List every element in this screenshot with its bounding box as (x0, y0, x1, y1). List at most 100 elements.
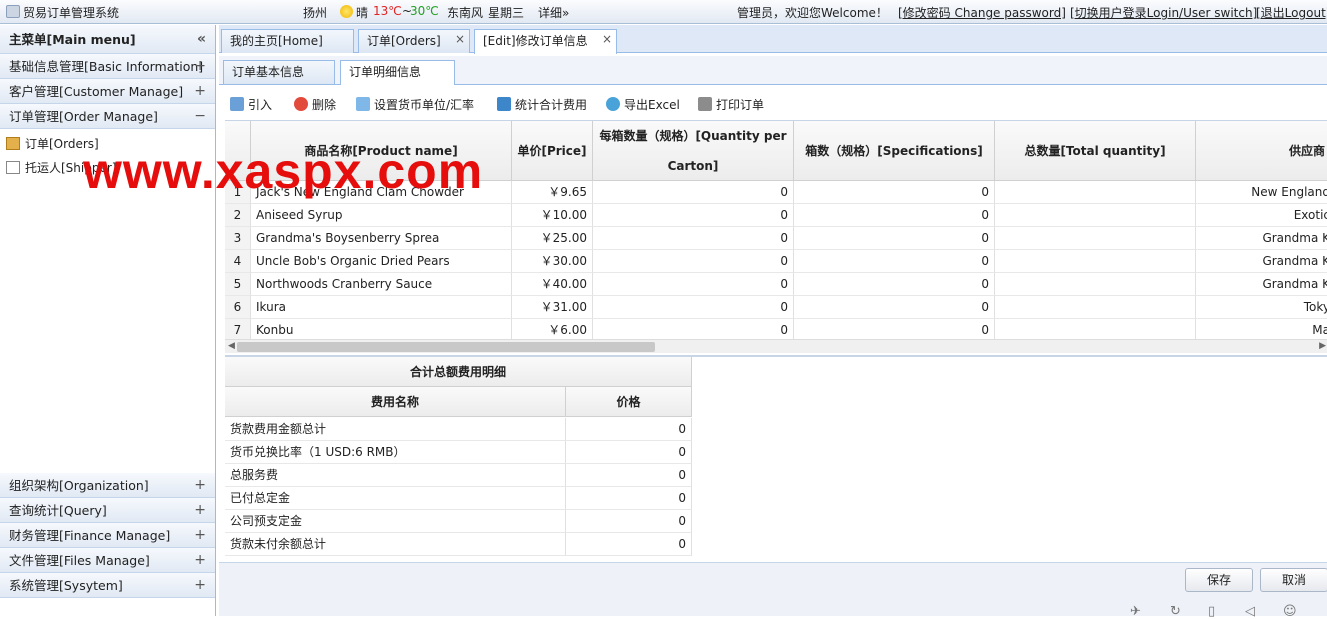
refresh-icon[interactable]: ↻ (1170, 604, 1181, 619)
table-cell-total[interactable] (995, 181, 1196, 204)
column-header[interactable]: 每箱数量（规格）[Quantity per Carton] (593, 121, 794, 181)
scroll-right-icon[interactable]: ▶ (1319, 341, 1326, 351)
expand-icon[interactable]: + (194, 498, 206, 523)
sidebar-group-basic[interactable]: 基础信息管理[Basic Information] + (0, 54, 215, 79)
cancel-button[interactable]: 取消 (1260, 568, 1327, 592)
sidebar-group-files[interactable]: 文件管理[Files Manage] + (0, 548, 215, 573)
collapse-icon[interactable]: « (197, 25, 206, 54)
table-cell-spec[interactable]: 0 (794, 296, 995, 319)
fee-value[interactable]: 0 (566, 418, 692, 441)
tab-order-basic[interactable]: 订单基本信息 (223, 60, 335, 84)
table-cell-supplier[interactable]: New England (1196, 181, 1327, 204)
tab-home[interactable]: 我的主页[Home] (221, 29, 354, 53)
trash-icon[interactable]: ▯ (1208, 604, 1215, 619)
horizontal-scrollbar[interactable]: ◀ ▶ (225, 339, 1327, 353)
column-header[interactable]: 箱数（规格）[Specifications] (794, 121, 995, 181)
sidebar-group-customer[interactable]: 客户管理[Customer Manage] + (0, 79, 215, 104)
table-cell-total[interactable] (995, 250, 1196, 273)
table-cell-spec[interactable]: 0 (794, 227, 995, 250)
table-row[interactable]: 4 Uncle Bob's Organic Dried Pears ￥30.00 0 0… (225, 250, 1327, 273)
fee-value[interactable]: 0 (566, 464, 692, 487)
user-icon[interactable]: ☺ (1283, 604, 1297, 619)
table-cell-name[interactable]: Grandma's Boysenberry Sprea (251, 227, 512, 250)
expand-icon[interactable]: + (194, 79, 206, 104)
table-cell-total[interactable] (995, 273, 1196, 296)
column-header[interactable]: 供应商 (1196, 121, 1327, 181)
table-cell-name[interactable]: Uncle Bob's Organic Dried Pears (251, 250, 512, 273)
import-button[interactable]: 引入 (230, 96, 272, 113)
table-cell-spec[interactable]: 0 (794, 250, 995, 273)
table-cell-qty[interactable]: 0 (593, 204, 794, 227)
scroll-left-icon[interactable]: ◀ (228, 341, 235, 351)
fee-value[interactable]: 0 (566, 510, 692, 533)
table-cell-supplier[interactable]: Grandma K (1196, 227, 1327, 250)
table-row[interactable]: 3 Grandma's Boysenberry Sprea ￥25.00 0 0 Gran… (225, 227, 1327, 250)
weather-detail-link[interactable]: 详细» (538, 4, 569, 21)
table-cell-qty[interactable]: 0 (593, 296, 794, 319)
table-cell-total[interactable] (995, 296, 1196, 319)
fee-name-header[interactable]: 费用名称 (225, 387, 566, 417)
price-header[interactable]: 价格 (566, 387, 692, 417)
fee-value[interactable]: 0 (566, 533, 692, 556)
sidebar-group-system[interactable]: 系统管理[Sysytem] + (0, 573, 215, 598)
sidebar-group-organization[interactable]: 组织架构[Organization] + (0, 473, 215, 498)
change-password-link[interactable]: [修改密码 Change password] (898, 4, 1066, 21)
table-cell-price[interactable]: ￥31.00 (512, 296, 593, 319)
table-cell-spec[interactable]: 0 (794, 273, 995, 296)
table-cell-name[interactable]: Northwoods Cranberry Sauce (251, 273, 512, 296)
fee-value[interactable]: 0 (566, 441, 692, 464)
table-cell-supplier[interactable]: Grandma K (1196, 250, 1327, 273)
table-cell-total[interactable] (995, 204, 1196, 227)
table-cell-price[interactable]: ￥40.00 (512, 273, 593, 296)
expand-icon[interactable]: + (194, 548, 206, 573)
stats-button[interactable]: 统计合计费用 (497, 96, 587, 113)
table-cell-qty[interactable]: 0 (593, 273, 794, 296)
sub-tab-strip: 订单基本信息 订单明细信息 (219, 56, 1327, 85)
close-icon[interactable]: × (602, 28, 612, 50)
table-row[interactable]: 2 Aniseed Syrup ￥10.00 0 0 Exotic (225, 204, 1327, 227)
table-cell-price[interactable]: ￥9.65 (512, 181, 593, 204)
table-cell-spec[interactable]: 0 (794, 204, 995, 227)
rocket-icon[interactable]: ✈ (1130, 604, 1141, 619)
print-button[interactable]: 打印订单 (698, 96, 764, 113)
volume-icon[interactable]: ◁ (1245, 604, 1255, 619)
expand-icon[interactable]: + (194, 54, 206, 79)
close-icon[interactable]: × (455, 28, 465, 50)
sidebar-group-finance[interactable]: 财务管理[Finance Manage] + (0, 523, 215, 548)
sidebar-group-label: 查询统计[Query] (9, 503, 107, 518)
tab-orders[interactable]: 订单[Orders] × (358, 29, 470, 53)
table-cell-supplier[interactable]: Toky (1196, 296, 1327, 319)
table-cell-qty[interactable]: 0 (593, 250, 794, 273)
scrollbar-thumb[interactable] (237, 342, 655, 352)
column-header[interactable]: 总数量[Total quantity] (995, 121, 1196, 181)
table-cell-name[interactable]: Ikura (251, 296, 512, 319)
table-cell-total[interactable] (995, 227, 1196, 250)
table-row[interactable]: 6Ikura￥31.0000Toky (225, 296, 1327, 319)
fee-value[interactable]: 0 (566, 487, 692, 510)
currency-button[interactable]: 设置货币单位/汇率 (356, 96, 474, 113)
tab-edit-order[interactable]: [Edit]修改订单信息 × (474, 29, 617, 54)
column-header[interactable]: 单价[Price] (512, 121, 593, 181)
expand-icon[interactable]: + (194, 473, 206, 498)
delete-button[interactable]: 删除 (294, 96, 336, 113)
sidebar-group-order[interactable]: 订单管理[Order Manage] − (0, 104, 215, 129)
table-row[interactable]: 5 Northwoods Cranberry Sauce ￥40.00 0 0 Grand… (225, 273, 1327, 296)
table-cell-price[interactable]: ￥25.00 (512, 227, 593, 250)
table-cell-qty[interactable]: 0 (593, 181, 794, 204)
collapse-group-icon[interactable]: − (194, 104, 206, 129)
table-cell-price[interactable]: ￥30.00 (512, 250, 593, 273)
table-cell-qty[interactable]: 0 (593, 227, 794, 250)
table-cell-name[interactable]: Aniseed Syrup (251, 204, 512, 227)
table-cell-spec[interactable]: 0 (794, 181, 995, 204)
export-excel-button[interactable]: 导出Excel (606, 96, 680, 113)
table-cell-supplier[interactable]: Grandma K (1196, 273, 1327, 296)
expand-icon[interactable]: + (194, 523, 206, 548)
user-switch-link[interactable]: [切换用户登录Login/User switch] (1070, 4, 1257, 21)
save-button[interactable]: 保存 (1185, 568, 1253, 592)
expand-icon[interactable]: + (194, 573, 206, 598)
sidebar-group-query[interactable]: 查询统计[Query] + (0, 498, 215, 523)
table-cell-supplier[interactable]: Exotic (1196, 204, 1327, 227)
tab-order-detail[interactable]: 订单明细信息 (340, 60, 455, 85)
table-cell-price[interactable]: ￥10.00 (512, 204, 593, 227)
logout-link[interactable]: [退出Logout] (1256, 4, 1327, 21)
